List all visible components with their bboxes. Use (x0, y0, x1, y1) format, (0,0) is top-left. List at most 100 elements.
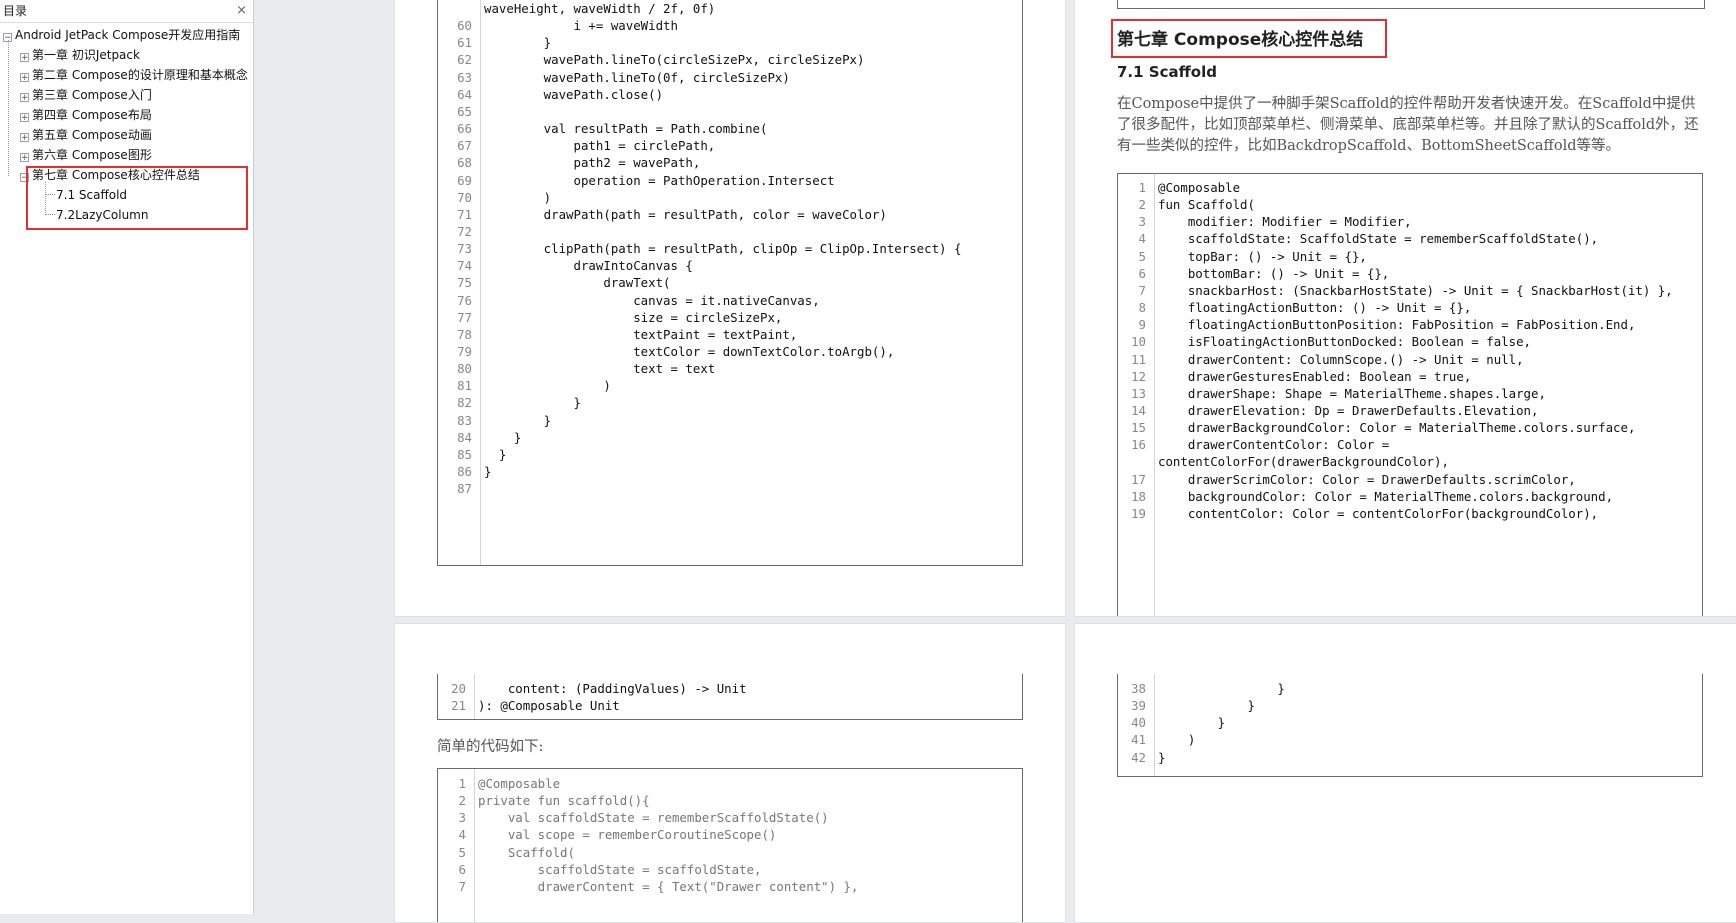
code-block: 1 @Composable 2 private fun scaffold(){3 va… (437, 768, 1023, 922)
line-number: 65 (457, 103, 472, 119)
line-number: 40 (1131, 715, 1146, 731)
code-line: 8 floatingActionButton: () -> Unit = {}, (1118, 298, 1702, 317)
expand-toggle-icon[interactable]: + (20, 73, 29, 83)
code-text: ) (484, 189, 552, 205)
close-icon[interactable]: × (236, 0, 247, 22)
code-text: bottomBar: () -> Unit = {}, (1158, 265, 1390, 281)
code-text: ) (1158, 732, 1196, 748)
code-text: path1 = circlePath, (484, 138, 716, 154)
code-line: 19 contentColor: Color = contentColorFor… (1118, 504, 1702, 523)
code-text: val scaffoldState = rememberScaffoldStat… (478, 810, 829, 826)
line-number: 63 (457, 69, 472, 85)
line-number: 3 (458, 810, 466, 826)
expand-toggle-icon[interactable]: + (20, 93, 29, 103)
toc-item-chapter-4[interactable]: + 第四章 Compose布局 (20, 106, 152, 124)
code-text: isFloatingActionButtonDocked: Boolean = … (1158, 334, 1531, 350)
code-line: 66 val resultPath = Path.combine( (438, 119, 1022, 138)
line-number: 1 (1138, 180, 1146, 195)
code-block: waveHeight, waveWidth / 2f, 0f) 60 i += w… (437, 0, 1023, 566)
code-text: contentColor: Color = contentColorFor(ba… (1158, 505, 1599, 521)
line-number: 81 (457, 378, 472, 394)
code-line: contentColorFor(drawerBackgroundColor), (1118, 452, 1702, 471)
code-line: 68 path2 = wavePath, (438, 153, 1022, 172)
line-number: 17 (1131, 471, 1146, 487)
expand-toggle-icon[interactable]: + (20, 53, 29, 63)
code-text: canvas = it.nativeCanvas, (484, 292, 820, 308)
line-number: 10 (1131, 334, 1146, 350)
line-number: 85 (457, 446, 472, 462)
line-number: 14 (1131, 402, 1146, 418)
code-text: drawerElevation: Dp = DrawerDefaults.Ele… (1158, 402, 1539, 418)
code-line: 40 } (1118, 713, 1702, 732)
line-number: 12 (1131, 368, 1146, 384)
code-line: 2 fun Scaffold( (1118, 195, 1702, 214)
line-number: 1 (458, 776, 466, 791)
toc-root-item[interactable]: − Android JetPack Compose开发应用指南 (3, 26, 240, 44)
line-number: 77 (457, 309, 472, 325)
code-text: Scaffold( (478, 844, 575, 860)
line-number: 8 (1138, 300, 1146, 316)
line-number: 6 (458, 861, 466, 877)
code-line: 10 isFloatingActionButtonDocked: Boolean… (1118, 332, 1702, 351)
code-text: wavePath.lineTo(0f, circleSizePx) (484, 69, 790, 85)
line-number: 5 (458, 844, 466, 860)
code-line: 3 val scaffoldState = rememberScaffoldSt… (438, 808, 1022, 827)
code-text: clipPath(path = resultPath, clipOp = Cli… (484, 241, 962, 257)
code-line: 5 topBar: () -> Unit = {}, (1118, 247, 1702, 266)
expand-toggle-icon[interactable]: + (20, 113, 29, 123)
code-line: 7 drawerContent = { Text("Drawer content… (438, 877, 1022, 896)
line-number: 41 (1131, 732, 1146, 748)
code-block: 38 } 39 } 40 } 41 ) 42} (1117, 674, 1703, 777)
line-number: 4 (1138, 231, 1146, 247)
previous-code-block-end (1117, 0, 1705, 9)
expand-toggle-icon[interactable]: + (20, 133, 29, 143)
code-text: scaffoldState: ScaffoldState = rememberS… (1158, 231, 1599, 247)
toc-item-label: 第三章 Compose入门 (32, 88, 152, 102)
toc-item-chapter-1[interactable]: + 第一章 初识Jetpack (20, 46, 140, 64)
line-number: 4 (458, 827, 466, 843)
line-number: 75 (457, 275, 472, 291)
code-line: 81 ) (438, 376, 1022, 395)
line-number: 66 (457, 121, 472, 137)
code-line: 62 wavePath.lineTo(circleSizePx, circleS… (438, 50, 1022, 69)
toc-title: 目录 (3, 4, 28, 18)
line-number: 61 (457, 35, 472, 51)
code-line: 78 textPaint = textPaint, (438, 325, 1022, 344)
line-number: 86 (457, 464, 472, 480)
code-line: 41 ) (1118, 730, 1702, 749)
code-line: 80 text = text (438, 359, 1022, 378)
code-line: 39 } (1118, 696, 1702, 715)
code-text: } (484, 412, 552, 428)
code-text: wavePath.lineTo(circleSizePx, circleSize… (484, 52, 865, 68)
section-heading: 7.1 Scaffold (1117, 63, 1217, 81)
body-paragraph: 在Compose中提供了一种脚手架Scaffold的控件帮助开发者快速开发。在S… (1117, 96, 1699, 154)
code-text: floatingActionButtonPosition: FabPositio… (1158, 317, 1636, 333)
line-number: 7 (1138, 282, 1146, 298)
code-line: 64 wavePath.close() (438, 85, 1022, 104)
code-line: 77 size = circleSizePx, (438, 308, 1022, 327)
document-page-3: 20 content: (PaddingValues) -> Unit 21): … (394, 623, 1066, 923)
line-number: 18 (1131, 488, 1146, 504)
line-number: 83 (457, 412, 472, 428)
line-number: 80 (457, 361, 472, 377)
toc-item-label: 第五章 Compose动画 (32, 128, 152, 142)
code-line: 42} (1118, 748, 1702, 767)
code-line: 38 } (1118, 679, 1702, 698)
code-line: 11 drawerContent: ColumnScope.() -> Unit… (1118, 350, 1702, 369)
line-number: 70 (457, 189, 472, 205)
code-line: 76 canvas = it.nativeCanvas, (438, 291, 1022, 310)
code-line: 65 (438, 102, 1022, 121)
code-line: 4 scaffoldState: ScaffoldState = remembe… (1118, 229, 1702, 248)
toc-item-chapter-3[interactable]: + 第三章 Compose入门 (20, 86, 152, 104)
line-number: 9 (1138, 317, 1146, 333)
line-number: 6 (1138, 265, 1146, 281)
expand-toggle-icon[interactable]: + (20, 153, 29, 163)
toc-item-chapter-2[interactable]: + 第二章 Compose的设计原理和基本概念 (20, 66, 248, 84)
line-number: 19 (1131, 505, 1146, 521)
document-page-4: 38 } 39 } 40 } 41 ) 42} (1074, 623, 1736, 923)
code-line: 72 (438, 222, 1022, 241)
toc-item-chapter-5[interactable]: + 第五章 Compose动画 (20, 126, 152, 144)
toc-item-chapter-6[interactable]: + 第六章 Compose图形 (20, 146, 152, 164)
code-line: 63 wavePath.lineTo(0f, circleSizePx) (438, 68, 1022, 87)
code-text: drawerScrimColor: Color = DrawerDefaults… (1158, 471, 1576, 487)
